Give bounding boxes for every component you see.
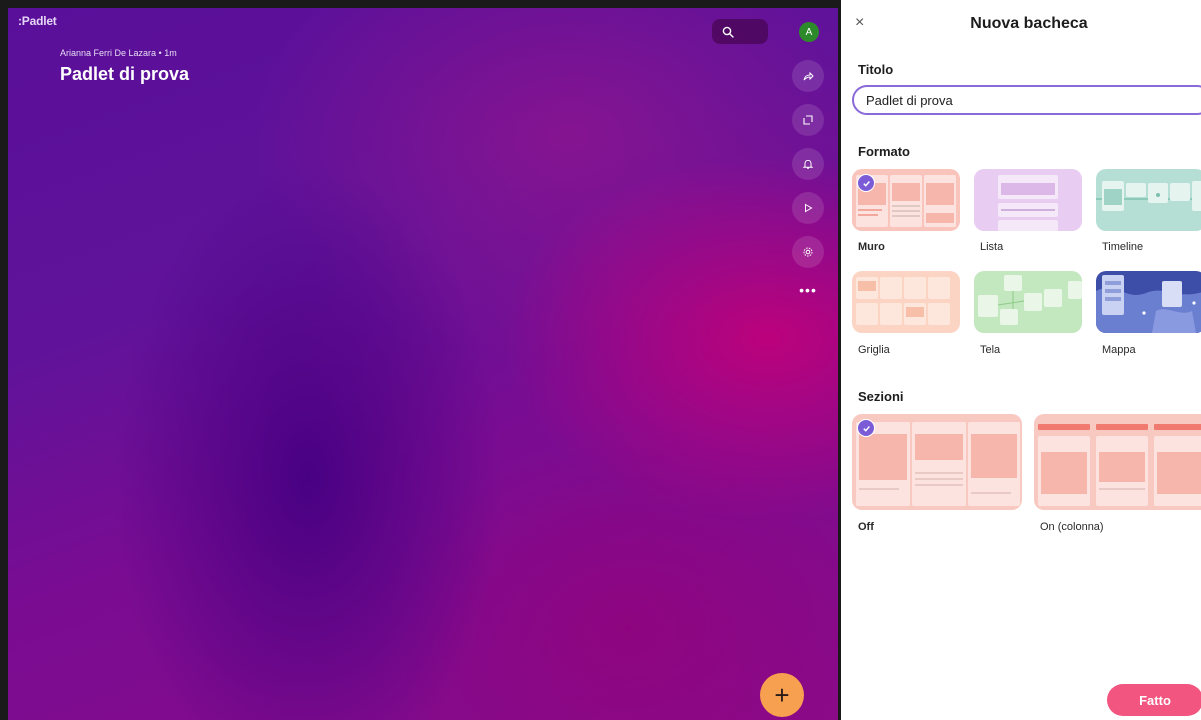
panel-title: Nuova bacheca xyxy=(970,15,1088,32)
more-options-button[interactable]: ••• xyxy=(792,280,824,300)
title-section-label: Titolo xyxy=(858,62,894,77)
selected-check-icon xyxy=(857,174,875,192)
tela-thumbnail xyxy=(978,275,1082,325)
format-label-timeline: Timeline xyxy=(1102,241,1144,253)
user-avatar[interactable]: A xyxy=(799,22,819,42)
format-label-tela: Tela xyxy=(980,344,1001,356)
section-card-on-column[interactable] xyxy=(1034,414,1201,510)
board-author-line: Arianna Ferri De Lazara • 1m xyxy=(60,48,177,58)
settings-button[interactable] xyxy=(792,236,824,268)
add-post-button[interactable]: + xyxy=(760,673,804,717)
search-button[interactable] xyxy=(712,19,768,44)
lista-thumbnail xyxy=(998,175,1058,231)
share-icon xyxy=(803,71,814,81)
format-card-lista[interactable] xyxy=(974,169,1082,231)
board-title[interactable]: Padlet di prova xyxy=(60,64,189,85)
section-label-on-column: On (colonna) xyxy=(1040,521,1104,533)
format-card-timeline[interactable] xyxy=(1096,169,1201,231)
sections-off-thumbnail xyxy=(856,422,1020,506)
mappa-thumbnail xyxy=(1096,275,1201,333)
format-card-griglia[interactable] xyxy=(852,271,960,333)
remake-icon xyxy=(803,115,813,125)
new-board-panel: × Nuova bacheca Titolo Formato Muro xyxy=(841,0,1201,720)
format-card-muro[interactable] xyxy=(852,169,960,231)
gear-icon xyxy=(803,247,813,257)
padlet-board: :Padlet Arianna Ferri De Lazara • 1m Pad… xyxy=(8,8,838,720)
format-card-tela[interactable] xyxy=(974,271,1082,333)
sections-section-label: Sezioni xyxy=(858,389,904,404)
format-label-griglia: Griglia xyxy=(858,344,890,356)
griglia-thumbnail xyxy=(856,277,950,325)
share-button[interactable] xyxy=(792,60,824,92)
side-toolbar: ••• xyxy=(792,60,826,300)
remake-button[interactable] xyxy=(792,104,824,136)
format-label-lista: Lista xyxy=(980,241,1004,253)
bell-icon xyxy=(802,159,814,169)
format-label-muro: Muro xyxy=(858,241,885,253)
play-icon xyxy=(805,203,813,213)
board-title-input[interactable] xyxy=(852,85,1201,115)
section-label-off: Off xyxy=(858,521,874,533)
section-card-off[interactable] xyxy=(852,414,1022,510)
format-label-mappa: Mappa xyxy=(1102,344,1136,356)
format-section-label: Formato xyxy=(858,144,910,159)
slideshow-button[interactable] xyxy=(792,192,824,224)
done-button[interactable]: Fatto xyxy=(1107,684,1201,716)
selected-check-icon xyxy=(857,419,875,437)
padlet-logo[interactable]: :Padlet xyxy=(18,14,57,28)
search-icon xyxy=(722,26,734,38)
notifications-button[interactable] xyxy=(792,148,824,180)
timeline-thumbnail xyxy=(1096,181,1201,211)
format-card-mappa[interactable] xyxy=(1096,271,1201,333)
sections-on-thumbnail xyxy=(1038,424,1201,506)
